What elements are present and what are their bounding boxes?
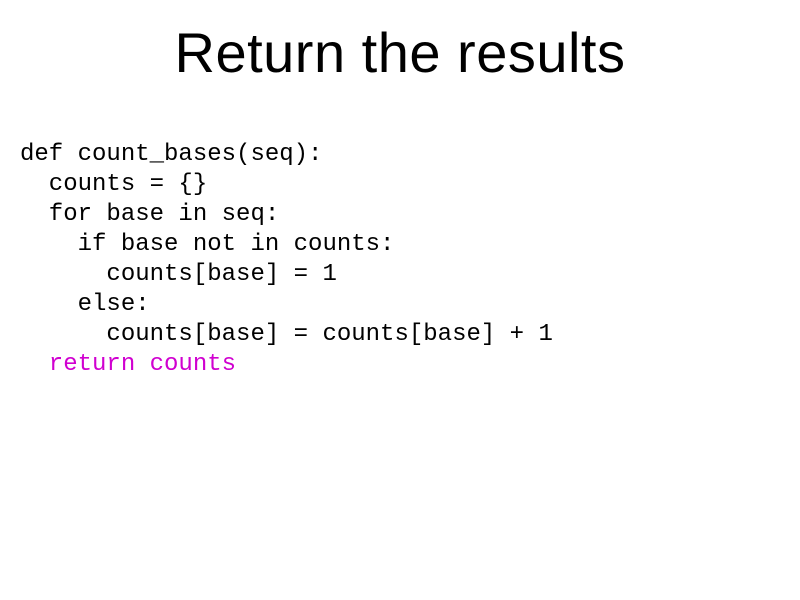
code-line-8-highlight: return counts [20, 351, 236, 378]
code-line-7: counts[base] = counts[base] + 1 [20, 321, 553, 348]
code-line-4: if base not in counts: [20, 231, 394, 258]
slide: Return the results def count_bases(seq):… [0, 0, 800, 600]
code-line-1: def count_bases(seq): [20, 141, 322, 168]
code-line-5: counts[base] = 1 [20, 261, 337, 288]
code-line-6: else: [20, 291, 150, 318]
code-line-2: counts = {} [20, 171, 207, 198]
code-block: def count_bases(seq): counts = {} for ba… [20, 140, 553, 380]
slide-title: Return the results [0, 20, 800, 85]
code-line-3: for base in seq: [20, 201, 279, 228]
